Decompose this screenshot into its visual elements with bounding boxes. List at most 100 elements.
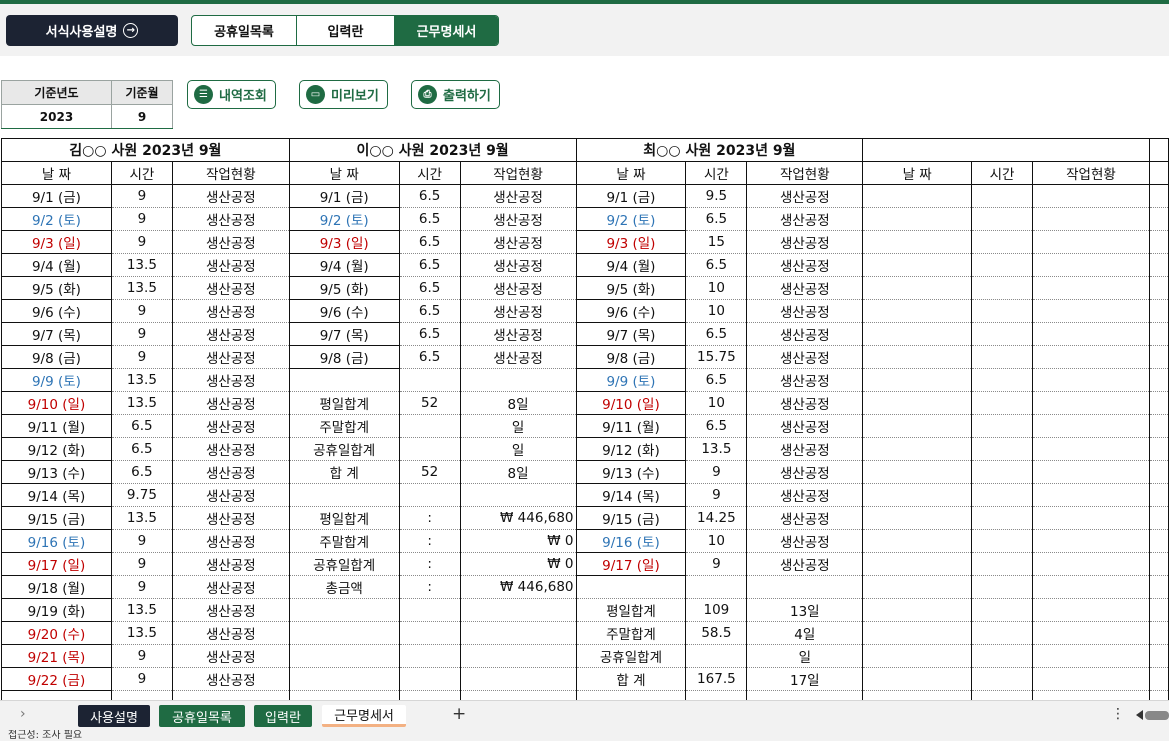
emp2-hours[interactable]: 6.5 [398, 230, 461, 254]
empty-cell[interactable] [1032, 299, 1150, 323]
emp2-holiday-total-label[interactable]: 공휴일합계 [288, 437, 400, 461]
emp3-date[interactable]: 9/16 (토) [575, 529, 687, 553]
scroll-thumb[interactable] [1145, 710, 1169, 720]
col-date-header[interactable]: 날 짜 [575, 161, 687, 185]
emp3-hours[interactable]: 10 [685, 276, 748, 300]
empty-cell[interactable] [1032, 322, 1150, 346]
empty-cell[interactable] [862, 345, 973, 369]
empty-cell[interactable] [288, 483, 400, 507]
empty-cell[interactable] [971, 667, 1034, 691]
emp1-date[interactable]: 9/13 (수) [1, 460, 112, 484]
emp2-weekend-pay[interactable]: ₩ 0 [459, 529, 577, 553]
empty-cell[interactable] [862, 230, 973, 254]
emp1-hours[interactable]: 9 [110, 184, 173, 208]
emp1-date[interactable]: 9/21 (목) [1, 644, 112, 668]
emp4-title[interactable] [862, 138, 1150, 162]
emp1-status[interactable]: 생산공정 [171, 184, 290, 208]
emp3-status[interactable]: 생산공정 [746, 552, 864, 576]
empty-cell[interactable] [1032, 460, 1150, 484]
empty-cell[interactable] [1148, 253, 1169, 277]
empty-cell[interactable] [1148, 460, 1169, 484]
emp1-date[interactable]: 9/3 (일) [1, 230, 112, 254]
sheet-tab-input[interactable]: 입력란 [254, 705, 312, 727]
emp1-status[interactable]: 생산공정 [171, 598, 290, 622]
emp1-hours[interactable]: 13.5 [110, 276, 173, 300]
emp1-hours[interactable]: 9 [110, 644, 173, 668]
empty-cell[interactable] [971, 207, 1034, 231]
emp3-holiday-total-label[interactable]: 공휴일합계 [575, 644, 687, 668]
empty-cell[interactable] [1032, 414, 1150, 438]
emp3-status[interactable]: 생산공정 [746, 368, 864, 392]
emp3-hours[interactable]: 14.25 [685, 506, 748, 530]
empty-cell[interactable] [288, 368, 400, 392]
emp3-hours[interactable]: 6.5 [685, 207, 748, 231]
empty-cell[interactable] [862, 207, 973, 231]
emp2-date[interactable]: 9/2 (토) [288, 207, 400, 231]
empty-cell[interactable] [971, 644, 1034, 668]
empty-cell[interactable] [862, 598, 973, 622]
emp1-date[interactable]: 9/14 (목) [1, 483, 112, 507]
empty-cell[interactable] [288, 598, 400, 622]
emp2-hours[interactable]: 6.5 [398, 184, 461, 208]
emp1-hours[interactable]: 6.5 [110, 414, 173, 438]
emp1-date[interactable]: 9/7 (목) [1, 322, 112, 346]
empty-cell[interactable] [398, 598, 461, 622]
emp1-status[interactable]: 생산공정 [171, 460, 290, 484]
emp1-hours[interactable]: 9 [110, 575, 173, 599]
empty-cell[interactable] [398, 644, 461, 668]
empty-cell[interactable] [1032, 230, 1150, 254]
emp1-status[interactable]: 생산공정 [171, 299, 290, 323]
base-month-value[interactable]: 9 [111, 104, 173, 129]
empty-cell[interactable] [1148, 414, 1169, 438]
empty-cell[interactable] [1032, 575, 1150, 599]
emp3-hours[interactable]: 6.5 [685, 414, 748, 438]
empty-cell[interactable] [685, 575, 748, 599]
emp3-weekday-total-label[interactable]: 평일합계 [575, 598, 687, 622]
empty-cell[interactable] [862, 368, 973, 392]
emp2-status[interactable]: 생산공정 [459, 230, 577, 254]
empty-cell[interactable] [1032, 644, 1150, 668]
empty-cell[interactable] [1148, 207, 1169, 231]
empty-cell[interactable] [971, 460, 1034, 484]
sheet-tab-holiday-list[interactable]: 공휴일목록 [159, 705, 245, 727]
emp1-status[interactable]: 생산공정 [171, 345, 290, 369]
emp3-date[interactable]: 9/6 (수) [575, 299, 687, 323]
empty-cell[interactable] [862, 575, 973, 599]
empty-cell[interactable] [1032, 437, 1150, 461]
scroll-left-icon[interactable] [1136, 710, 1143, 720]
empty-cell[interactable] [971, 529, 1034, 553]
empty-cell[interactable] [971, 368, 1034, 392]
colon[interactable]: : [398, 506, 461, 530]
empty-cell[interactable] [1148, 529, 1169, 553]
empty-cell[interactable] [971, 276, 1034, 300]
empty-cell[interactable] [459, 483, 577, 507]
emp3-date[interactable]: 9/15 (금) [575, 506, 687, 530]
empty-cell[interactable] [685, 644, 748, 668]
emp1-hours[interactable]: 13.5 [110, 506, 173, 530]
empty-cell[interactable] [288, 621, 400, 645]
emp1-status[interactable]: 생산공정 [171, 322, 290, 346]
emp2-status[interactable]: 생산공정 [459, 299, 577, 323]
emp3-status[interactable]: 생산공정 [746, 483, 864, 507]
empty-cell[interactable] [1032, 391, 1150, 415]
col-hours-header[interactable]: 시간 [685, 161, 748, 185]
emp2-status[interactable]: 생산공정 [459, 345, 577, 369]
emp3-total-hours[interactable]: 167.5 [685, 667, 748, 691]
emp3-weekend-hours[interactable]: 58.5 [685, 621, 748, 645]
empty-cell[interactable] [1148, 437, 1169, 461]
emp1-hours[interactable]: 13.5 [110, 253, 173, 277]
empty-cell[interactable] [971, 184, 1034, 208]
col-hours-header[interactable]: 시간 [398, 161, 461, 185]
emp3-date[interactable]: 9/7 (목) [575, 322, 687, 346]
empty-cell[interactable] [1148, 184, 1169, 208]
empty-cell[interactable] [1148, 276, 1169, 300]
emp1-hours[interactable]: 6.5 [110, 460, 173, 484]
edge-cell[interactable] [1148, 138, 1169, 162]
emp1-status[interactable]: 생산공정 [171, 253, 290, 277]
empty-cell[interactable] [1032, 253, 1150, 277]
empty-cell[interactable] [1032, 207, 1150, 231]
emp2-weekday-hours[interactable]: 52 [398, 391, 461, 415]
empty-cell[interactable] [459, 598, 577, 622]
empty-cell[interactable] [1148, 506, 1169, 530]
emp2-hours[interactable]: 6.5 [398, 322, 461, 346]
